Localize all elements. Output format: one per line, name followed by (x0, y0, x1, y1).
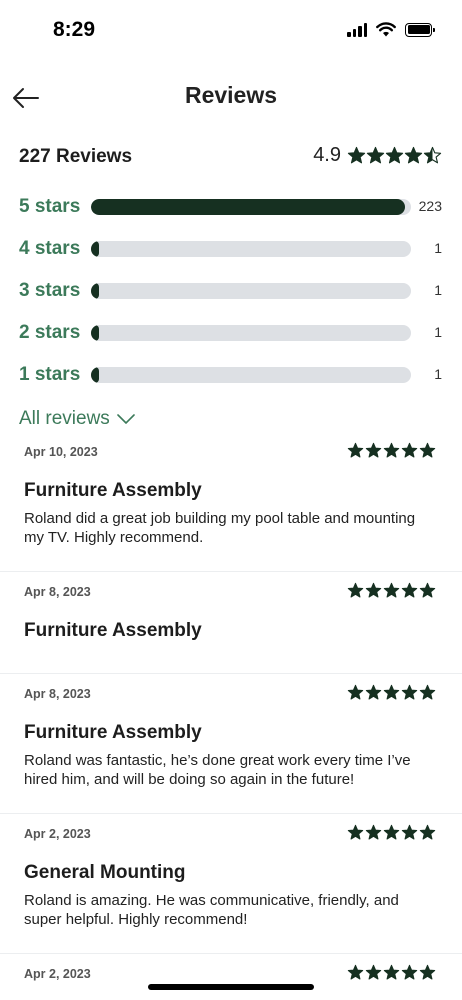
review-card: Apr 8, 2023 Furniture Assembly (0, 572, 462, 674)
review-date: Apr 2, 2023 (24, 967, 91, 981)
review-date: Apr 8, 2023 (24, 687, 91, 701)
average-rating-stars (347, 146, 442, 165)
wifi-icon (376, 22, 396, 37)
battery-icon (405, 22, 435, 37)
review-rating-stars (347, 824, 436, 841)
rating-row-count: 1 (434, 282, 442, 298)
review-rating-stars (347, 684, 436, 701)
rating-summary: 227 Reviews 4.9 (19, 142, 442, 172)
review-card: Apr 8, 2023 Furniture Assembly Roland was … (0, 674, 462, 814)
star-filled-icon (401, 582, 418, 598)
star-filled-icon (347, 684, 364, 700)
review-body: Roland is amazing. He was communicative,… (24, 892, 399, 928)
review-title: General Mounting (24, 862, 186, 883)
star-filled-icon (365, 684, 382, 700)
star-filled-icon (347, 146, 366, 164)
home-indicator (148, 984, 314, 990)
rating-row-label: 4 stars (19, 238, 81, 259)
review-date: Apr 10, 2023 (24, 445, 98, 459)
cellular-signal-icon (347, 22, 367, 37)
rating-row[interactable]: 3 stars 1 (19, 270, 442, 312)
rating-distribution: 5 stars 223 4 stars 1 3 stars 1 2 stars 1 1 star… (19, 186, 442, 396)
average-rating: 4.9 (313, 144, 442, 167)
rating-row-count: 223 (418, 198, 442, 214)
rating-bar-fill (91, 283, 99, 299)
review-body: Roland was fantastic, he’s done great wo… (24, 752, 411, 788)
status-bar: 8:29 (0, 0, 462, 60)
star-filled-icon (365, 964, 382, 980)
rating-row-label: 3 stars (19, 280, 81, 301)
review-list: Apr 10, 2023 Furniture Assembly Roland did… (0, 432, 462, 1000)
rating-row[interactable]: 1 stars 1 (19, 354, 442, 396)
star-filled-icon (347, 824, 364, 840)
star-filled-icon (419, 824, 436, 840)
review-date: Apr 8, 2023 (24, 585, 91, 599)
rating-row-count: 1 (434, 240, 442, 256)
rating-bar-track (91, 241, 411, 257)
reviews-filter-dropdown[interactable]: All reviews (19, 408, 136, 430)
nav-header: Reviews (0, 76, 462, 118)
review-card: Apr 2, 2023 (0, 954, 462, 1000)
rating-row-count: 1 (434, 366, 442, 382)
rating-bar-fill (91, 325, 99, 341)
star-filled-icon (347, 442, 364, 458)
rating-row-count: 1 (434, 324, 442, 340)
chevron-down-icon (117, 414, 135, 424)
status-icons (347, 22, 435, 37)
star-filled-icon (383, 442, 400, 458)
star-filled-icon (383, 964, 400, 980)
star-filled-icon (419, 442, 436, 458)
review-count: 227 Reviews (19, 146, 133, 167)
rating-row[interactable]: 4 stars 1 (19, 228, 442, 270)
review-rating-stars (347, 964, 436, 981)
star-filled-icon (419, 684, 436, 700)
rating-bar-track (91, 367, 411, 383)
review-rating-stars (347, 442, 436, 459)
reviews-filter-label: All reviews (19, 408, 110, 429)
review-date: Apr 2, 2023 (24, 827, 91, 841)
average-rating-value: 4.9 (313, 144, 341, 166)
rating-row-label: 2 stars (19, 322, 81, 343)
star-filled-icon (419, 582, 436, 598)
review-card: Apr 2, 2023 General Mounting Roland is ama… (0, 814, 462, 954)
status-time: 8:29 (53, 18, 96, 41)
rating-row[interactable]: 5 stars 223 (19, 186, 442, 228)
rating-bar-track (91, 199, 411, 215)
rating-row-label: 5 stars (19, 196, 81, 217)
rating-row-label: 1 stars (19, 364, 81, 385)
rating-bar-fill (91, 199, 405, 215)
review-card: Apr 10, 2023 Furniture Assembly Roland did… (0, 432, 462, 572)
rating-bar-track (91, 283, 411, 299)
star-filled-icon (383, 684, 400, 700)
review-body: Roland did a great job building my pool … (24, 510, 416, 546)
star-filled-icon (401, 442, 418, 458)
star-filled-icon (419, 964, 436, 980)
star-filled-icon (404, 146, 423, 164)
rating-bar-track (91, 325, 411, 341)
review-title: Furniture Assembly (24, 722, 202, 743)
page-title: Reviews (184, 82, 278, 108)
review-rating-stars (347, 582, 436, 599)
star-filled-icon (365, 442, 382, 458)
star-filled-icon (365, 582, 382, 598)
star-filled-icon (366, 146, 385, 164)
star-filled-icon (401, 964, 418, 980)
star-filled-icon (383, 824, 400, 840)
star-filled-icon (401, 824, 418, 840)
rating-bar-fill (91, 367, 99, 383)
star-filled-icon (365, 824, 382, 840)
star-half-icon (423, 146, 442, 164)
star-filled-icon (385, 146, 404, 164)
star-filled-icon (401, 684, 418, 700)
star-filled-icon (347, 582, 364, 598)
star-filled-icon (347, 964, 364, 980)
review-title: Furniture Assembly (24, 620, 202, 641)
rating-row[interactable]: 2 stars 1 (19, 312, 442, 354)
rating-bar-fill (91, 241, 99, 257)
star-filled-icon (383, 582, 400, 598)
review-title: Furniture Assembly (24, 480, 202, 501)
